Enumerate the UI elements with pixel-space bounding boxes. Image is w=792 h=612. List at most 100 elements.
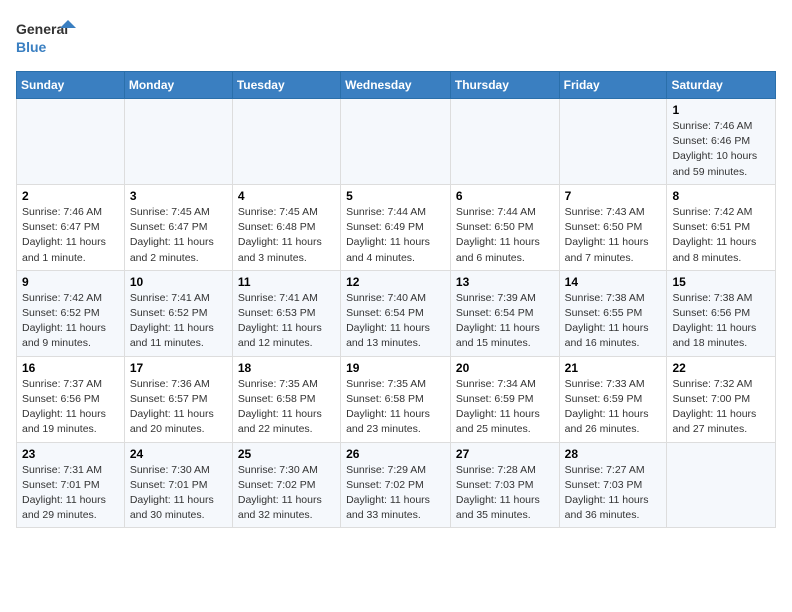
day-number: 13: [456, 275, 554, 289]
day-details: Sunrise: 7:35 AM Sunset: 6:58 PM Dayligh…: [346, 377, 445, 438]
calendar-cell: 27 Sunrise: 7:28 AM Sunset: 7:03 PM Dayli…: [450, 442, 559, 528]
day-number: 10: [130, 275, 227, 289]
calendar-cell: [232, 99, 340, 185]
calendar-cell: 21 Sunrise: 7:33 AM Sunset: 6:59 PM Dayli…: [559, 356, 667, 442]
calendar-cell: [559, 99, 667, 185]
calendar-table: SundayMondayTuesdayWednesdayThursdayFrid…: [16, 71, 776, 528]
calendar-cell: 12 Sunrise: 7:40 AM Sunset: 6:54 PM Dayli…: [341, 270, 451, 356]
day-details: Sunrise: 7:42 AM Sunset: 6:52 PM Dayligh…: [22, 291, 119, 352]
calendar-week-row: 23Sunrise: 7:31 AM Sunset: 7:01 PM Dayli…: [17, 442, 776, 528]
calendar-cell: [667, 442, 776, 528]
calendar-cell: 24Sunrise: 7:30 AM Sunset: 7:01 PM Dayli…: [124, 442, 232, 528]
day-number: 12: [346, 275, 445, 289]
day-number: 9: [22, 275, 119, 289]
calendar-cell: 11 Sunrise: 7:41 AM Sunset: 6:53 PM Dayli…: [232, 270, 340, 356]
day-number: 2: [22, 189, 119, 203]
day-number: 7: [565, 189, 662, 203]
calendar-cell: 25 Sunrise: 7:30 AM Sunset: 7:02 PM Dayli…: [232, 442, 340, 528]
day-details: Sunrise: 7:38 AM Sunset: 6:56 PM Dayligh…: [672, 291, 770, 352]
day-details: Sunrise: 7:28 AM Sunset: 7:03 PM Dayligh…: [456, 463, 554, 524]
calendar-cell: 4 Sunrise: 7:45 AM Sunset: 6:48 PM Daylig…: [232, 184, 340, 270]
day-details: Sunrise: 7:34 AM Sunset: 6:59 PM Dayligh…: [456, 377, 554, 438]
day-number: 4: [238, 189, 335, 203]
calendar-week-row: 2 Sunrise: 7:46 AM Sunset: 6:47 PM Daylig…: [17, 184, 776, 270]
day-details: Sunrise: 7:44 AM Sunset: 6:49 PM Dayligh…: [346, 205, 445, 266]
day-details: Sunrise: 7:45 AM Sunset: 6:48 PM Dayligh…: [238, 205, 335, 266]
day-details: Sunrise: 7:30 AM Sunset: 7:02 PM Dayligh…: [238, 463, 335, 524]
day-details: Sunrise: 7:36 AM Sunset: 6:57 PM Dayligh…: [130, 377, 227, 438]
day-number: 14: [565, 275, 662, 289]
day-details: Sunrise: 7:31 AM Sunset: 7:01 PM Dayligh…: [22, 463, 119, 524]
calendar-cell: 19 Sunrise: 7:35 AM Sunset: 6:58 PM Dayli…: [341, 356, 451, 442]
calendar-cell: [341, 99, 451, 185]
calendar-cell: 26 Sunrise: 7:29 AM Sunset: 7:02 PM Dayli…: [341, 442, 451, 528]
calendar-cell: [450, 99, 559, 185]
day-number: 15: [672, 275, 770, 289]
day-number: 22: [672, 361, 770, 375]
calendar-cell: [124, 99, 232, 185]
calendar-week-row: 16Sunrise: 7:37 AM Sunset: 6:56 PM Dayli…: [17, 356, 776, 442]
calendar-week-row: 1 Sunrise: 7:46 AM Sunset: 6:46 PM Daylig…: [17, 99, 776, 185]
svg-text:Blue: Blue: [16, 39, 47, 55]
logo: General Blue: [16, 16, 76, 61]
day-number: 25: [238, 447, 335, 461]
day-number: 11: [238, 275, 335, 289]
calendar-cell: 10 Sunrise: 7:41 AM Sunset: 6:52 PM Dayli…: [124, 270, 232, 356]
day-number: 27: [456, 447, 554, 461]
day-number: 8: [672, 189, 770, 203]
day-details: Sunrise: 7:46 AM Sunset: 6:46 PM Dayligh…: [672, 119, 770, 180]
weekday-header-wednesday: Wednesday: [341, 72, 451, 99]
calendar-cell: 16Sunrise: 7:37 AM Sunset: 6:56 PM Dayli…: [17, 356, 125, 442]
calendar-cell: 13 Sunrise: 7:39 AM Sunset: 6:54 PM Dayli…: [450, 270, 559, 356]
calendar-cell: 15 Sunrise: 7:38 AM Sunset: 6:56 PM Dayli…: [667, 270, 776, 356]
logo-icon: General Blue: [16, 16, 76, 61]
weekday-header-row: SundayMondayTuesdayWednesdayThursdayFrid…: [17, 72, 776, 99]
calendar-cell: 3Sunrise: 7:45 AM Sunset: 6:47 PM Daylig…: [124, 184, 232, 270]
calendar-cell: 6 Sunrise: 7:44 AM Sunset: 6:50 PM Daylig…: [450, 184, 559, 270]
weekday-header-saturday: Saturday: [667, 72, 776, 99]
calendar-cell: 1 Sunrise: 7:46 AM Sunset: 6:46 PM Daylig…: [667, 99, 776, 185]
calendar-cell: 14 Sunrise: 7:38 AM Sunset: 6:55 PM Dayli…: [559, 270, 667, 356]
weekday-header-monday: Monday: [124, 72, 232, 99]
day-number: 20: [456, 361, 554, 375]
day-details: Sunrise: 7:32 AM Sunset: 7:00 PM Dayligh…: [672, 377, 770, 438]
day-number: 3: [130, 189, 227, 203]
day-details: Sunrise: 7:38 AM Sunset: 6:55 PM Dayligh…: [565, 291, 662, 352]
weekday-header-sunday: Sunday: [17, 72, 125, 99]
weekday-header-thursday: Thursday: [450, 72, 559, 99]
calendar-week-row: 9 Sunrise: 7:42 AM Sunset: 6:52 PM Daylig…: [17, 270, 776, 356]
day-details: Sunrise: 7:46 AM Sunset: 6:47 PM Dayligh…: [22, 205, 119, 266]
day-details: Sunrise: 7:44 AM Sunset: 6:50 PM Dayligh…: [456, 205, 554, 266]
calendar-cell: 2 Sunrise: 7:46 AM Sunset: 6:47 PM Daylig…: [17, 184, 125, 270]
day-details: Sunrise: 7:29 AM Sunset: 7:02 PM Dayligh…: [346, 463, 445, 524]
day-details: Sunrise: 7:43 AM Sunset: 6:50 PM Dayligh…: [565, 205, 662, 266]
day-details: Sunrise: 7:41 AM Sunset: 6:52 PM Dayligh…: [130, 291, 227, 352]
calendar-cell: 8Sunrise: 7:42 AM Sunset: 6:51 PM Daylig…: [667, 184, 776, 270]
day-number: 1: [672, 103, 770, 117]
day-number: 16: [22, 361, 119, 375]
svg-text:General: General: [16, 21, 68, 37]
day-number: 6: [456, 189, 554, 203]
calendar-cell: 9 Sunrise: 7:42 AM Sunset: 6:52 PM Daylig…: [17, 270, 125, 356]
calendar-cell: 20 Sunrise: 7:34 AM Sunset: 6:59 PM Dayli…: [450, 356, 559, 442]
weekday-header-tuesday: Tuesday: [232, 72, 340, 99]
day-number: 17: [130, 361, 227, 375]
day-details: Sunrise: 7:39 AM Sunset: 6:54 PM Dayligh…: [456, 291, 554, 352]
calendar-cell: 28Sunrise: 7:27 AM Sunset: 7:03 PM Dayli…: [559, 442, 667, 528]
day-number: 24: [130, 447, 227, 461]
day-details: Sunrise: 7:27 AM Sunset: 7:03 PM Dayligh…: [565, 463, 662, 524]
calendar-cell: 18 Sunrise: 7:35 AM Sunset: 6:58 PM Dayli…: [232, 356, 340, 442]
header: General Blue: [16, 16, 776, 61]
day-number: 18: [238, 361, 335, 375]
day-details: Sunrise: 7:41 AM Sunset: 6:53 PM Dayligh…: [238, 291, 335, 352]
day-details: Sunrise: 7:33 AM Sunset: 6:59 PM Dayligh…: [565, 377, 662, 438]
weekday-header-friday: Friday: [559, 72, 667, 99]
day-number: 26: [346, 447, 445, 461]
calendar-cell: 5Sunrise: 7:44 AM Sunset: 6:49 PM Daylig…: [341, 184, 451, 270]
calendar-cell: 7 Sunrise: 7:43 AM Sunset: 6:50 PM Daylig…: [559, 184, 667, 270]
day-number: 19: [346, 361, 445, 375]
day-details: Sunrise: 7:40 AM Sunset: 6:54 PM Dayligh…: [346, 291, 445, 352]
day-details: Sunrise: 7:35 AM Sunset: 6:58 PM Dayligh…: [238, 377, 335, 438]
calendar-header: SundayMondayTuesdayWednesdayThursdayFrid…: [17, 72, 776, 99]
day-number: 21: [565, 361, 662, 375]
